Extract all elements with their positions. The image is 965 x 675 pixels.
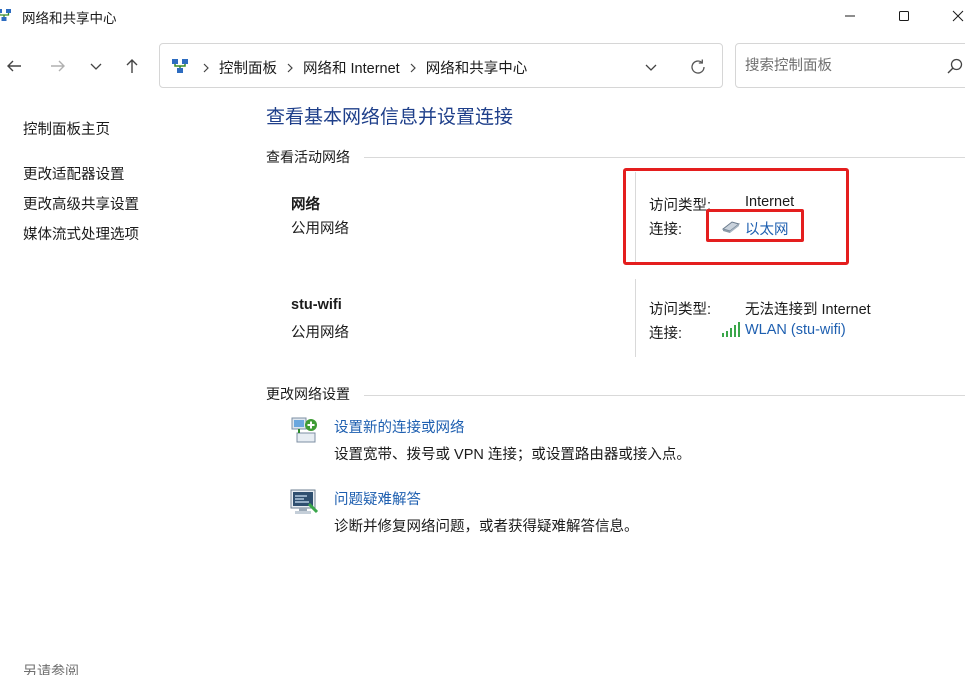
network-divider bbox=[635, 279, 636, 357]
close-icon bbox=[952, 10, 964, 22]
maximize-icon bbox=[899, 11, 909, 21]
network-name: stu-wifi bbox=[291, 297, 342, 313]
breadcrumb-control-panel[interactable]: 控制面板 bbox=[219, 57, 277, 78]
network-category[interactable]: 公用网络 bbox=[291, 217, 349, 238]
task-description: 设置宽带、拨号或 VPN 连接；或设置路由器或接入点。 bbox=[334, 447, 691, 463]
section-divider bbox=[364, 157, 965, 158]
section-divider bbox=[364, 395, 965, 396]
network-center-app-icon bbox=[0, 9, 11, 21]
wlan-connection-link[interactable]: WLAN (stu-wifi) bbox=[745, 322, 846, 338]
recent-locations-button[interactable] bbox=[82, 52, 110, 80]
address-history-dropdown[interactable] bbox=[640, 56, 662, 78]
troubleshoot-problems-link[interactable]: 问题疑难解答 bbox=[334, 488, 421, 509]
access-type-value: 无法连接到 Internet bbox=[745, 302, 871, 318]
access-type-label: 访问类型: bbox=[649, 302, 712, 318]
new-connection-icon bbox=[291, 417, 317, 443]
minimize-button[interactable] bbox=[827, 0, 873, 32]
close-button[interactable] bbox=[935, 0, 965, 32]
title-bar: 网络和共享中心 bbox=[0, 0, 965, 32]
arrow-up-icon bbox=[126, 59, 138, 73]
search-input[interactable] bbox=[745, 56, 935, 76]
address-bar[interactable]: 控制面板 网络和 Internet 网络和共享中心 bbox=[159, 43, 723, 88]
change-settings-heading: 更改网络设置 bbox=[266, 386, 350, 402]
window-title: 网络和共享中心 bbox=[22, 11, 117, 26]
network-name: 网络 bbox=[291, 197, 320, 213]
sidebar-item-control-panel-home[interactable]: 控制面板主页 bbox=[23, 118, 110, 139]
sidebar-item-change-adapter-settings[interactable]: 更改适配器设置 bbox=[23, 163, 125, 184]
back-button[interactable] bbox=[0, 52, 28, 80]
maximize-button[interactable] bbox=[881, 0, 927, 32]
network-category[interactable]: 公用网络 bbox=[291, 321, 349, 342]
active-networks-heading: 查看活动网络 bbox=[266, 149, 350, 165]
chevron-down-icon bbox=[90, 63, 102, 70]
task-description: 诊断并修复网络问题，或者获得疑难解答信息。 bbox=[334, 519, 639, 535]
breadcrumb-separator-icon bbox=[202, 63, 210, 73]
search-icon[interactable] bbox=[946, 57, 964, 75]
network-center-icon bbox=[172, 59, 188, 73]
troubleshoot-icon bbox=[290, 489, 319, 514]
breadcrumb-network-sharing-center[interactable]: 网络和共享中心 bbox=[426, 57, 528, 78]
breadcrumb-separator-icon[interactable] bbox=[286, 63, 294, 73]
arrow-right-icon bbox=[51, 60, 65, 72]
sidebar-item-change-advanced-sharing[interactable]: 更改高级共享设置 bbox=[23, 193, 139, 214]
chevron-down-icon bbox=[645, 64, 657, 71]
arrow-left-icon bbox=[7, 60, 21, 72]
breadcrumb-network-internet[interactable]: 网络和 Internet bbox=[303, 57, 400, 78]
breadcrumb: 控制面板 网络和 Internet 网络和共享中心 bbox=[202, 57, 527, 78]
search-box bbox=[735, 43, 965, 88]
highlight-box-inner bbox=[706, 209, 804, 242]
setup-new-connection-link[interactable]: 设置新的连接或网络 bbox=[334, 416, 465, 437]
refresh-button[interactable] bbox=[686, 55, 710, 79]
refresh-icon bbox=[691, 59, 705, 74]
connection-label: 连接: bbox=[649, 326, 683, 342]
wifi-signal-icon[interactable] bbox=[721, 322, 741, 338]
minimize-icon bbox=[845, 15, 855, 17]
up-button[interactable] bbox=[118, 52, 146, 80]
forward-button[interactable] bbox=[44, 52, 72, 80]
page-title: 查看基本网络信息并设置连接 bbox=[266, 107, 514, 128]
sidebar-item-media-streaming-options[interactable]: 媒体流式处理选项 bbox=[23, 223, 139, 244]
breadcrumb-separator-icon[interactable] bbox=[409, 63, 417, 73]
see-also-heading: 另请参阅 bbox=[23, 663, 79, 675]
